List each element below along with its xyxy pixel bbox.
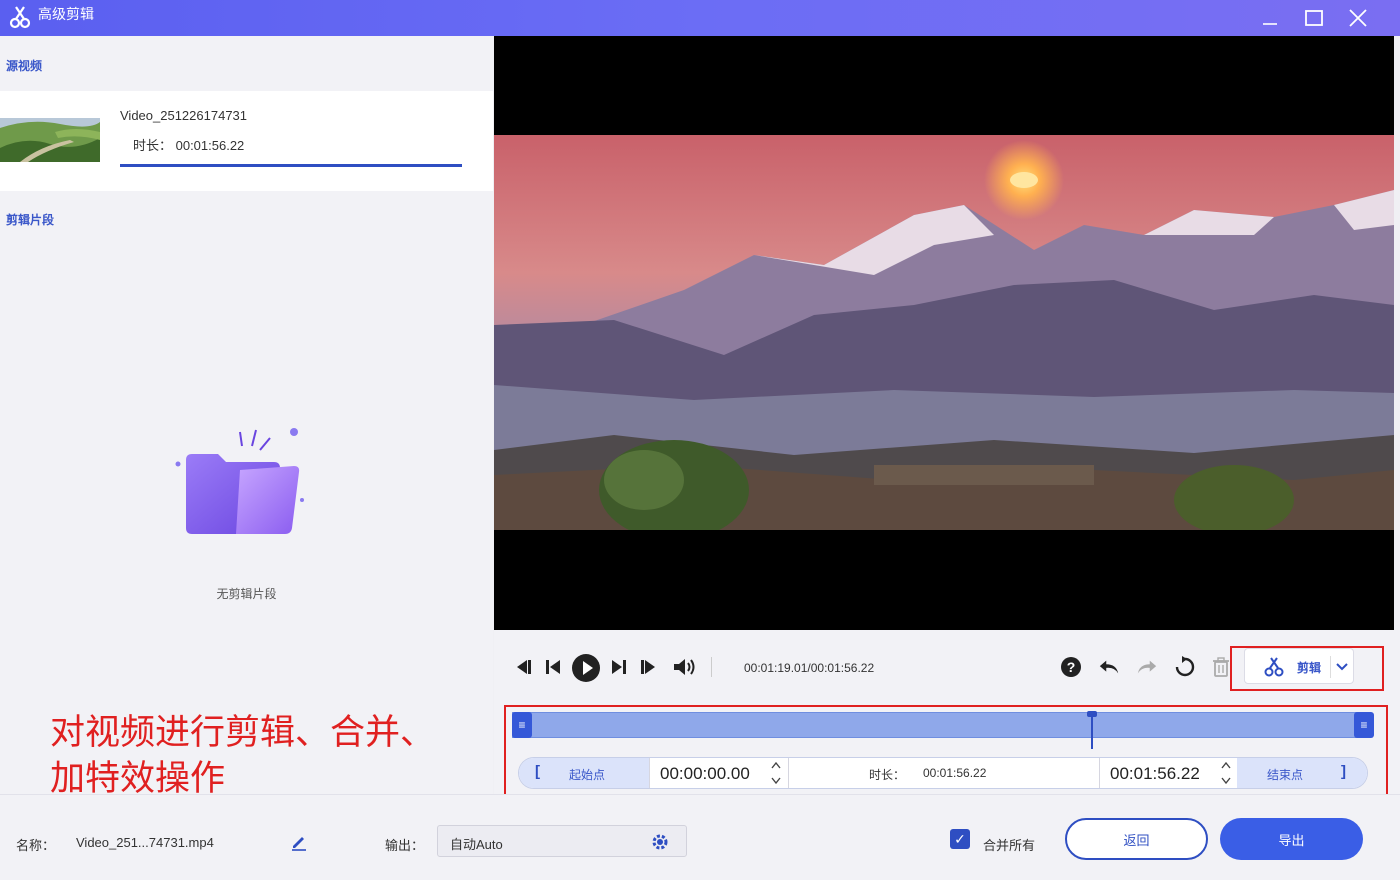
svg-text:?: ? [1067, 659, 1076, 675]
merge-all-checkbox[interactable]: ✓ [950, 829, 970, 849]
end-bracket-icon: ] [1341, 763, 1346, 780]
title-bar: 高级剪辑 [0, 0, 1400, 36]
playhead[interactable] [1087, 711, 1097, 749]
trim-start-handle[interactable]: ≡ [512, 712, 532, 738]
volume-icon[interactable] [672, 656, 698, 678]
undo-icon[interactable] [1098, 656, 1120, 678]
back-button[interactable]: 返回 [1065, 818, 1208, 860]
bottom-bar: 名称： Video_251...74731.mp4 输出： 自动Auto ✓ 合… [0, 794, 1400, 880]
step-forward-icon[interactable] [638, 656, 660, 678]
source-video-card[interactable]: Video_251226174731 时长： 00:01:56.22 [0, 91, 493, 191]
annotation-text: 对视频进行剪辑、合并、 加特效操作 [50, 710, 480, 802]
scissors-icon [1263, 656, 1285, 683]
redo-icon[interactable] [1136, 656, 1158, 678]
video-name: Video_251226174731 [120, 108, 248, 123]
chevron-down-icon[interactable] [1335, 660, 1349, 679]
left-panel: 源视频 Video_251226174731 时长： 00:01:56.22 剪… [0, 36, 493, 794]
set-end-button[interactable]: 结束点 ] [1237, 758, 1367, 788]
end-time-stepper[interactable] [1220, 759, 1232, 788]
cut-button[interactable]: 剪辑 [1244, 648, 1354, 684]
output-value: 自动Auto [450, 837, 503, 852]
end-time-field[interactable]: 00:01:56.22 [1099, 758, 1239, 788]
empty-folder-icon [170, 424, 310, 544]
merge-all-label: 合并所有 [983, 838, 1036, 853]
output-select[interactable]: 自动Auto [437, 825, 687, 857]
start-time-value: 00:00:00.00 [660, 764, 750, 783]
video-thumbnail [0, 118, 100, 162]
skip-previous-icon[interactable] [542, 656, 564, 678]
video-preview[interactable] [494, 36, 1394, 630]
play-icon[interactable] [570, 652, 602, 684]
end-time-value: 00:01:56.22 [1110, 764, 1200, 783]
load-progress-bar [120, 164, 462, 167]
video-frame [494, 135, 1394, 530]
cut-label: 剪辑 [1297, 661, 1322, 675]
file-name: Video_251...74731.mp4 [76, 835, 214, 850]
player-controls: 00:01:19.01/00:01:56.22 ? 剪辑 [494, 630, 1400, 704]
edit-name-icon[interactable] [290, 833, 308, 856]
reset-icon[interactable] [1174, 656, 1196, 678]
scissors-logo-icon [8, 3, 34, 31]
skip-next-icon[interactable] [608, 656, 630, 678]
playhead-cap [1087, 711, 1097, 717]
window-title: 高级剪辑 [38, 6, 94, 22]
video-duration: 时长： 00:01:56.22 [133, 138, 245, 153]
start-time-field[interactable]: 00:00:00.00 [649, 758, 789, 788]
load-progress-fill [120, 164, 462, 167]
duration-label: 时长： [869, 768, 906, 782]
trim-end-handle[interactable]: ≡ [1354, 712, 1374, 738]
delete-icon[interactable] [1210, 656, 1232, 678]
source-video-label: 源视频 [6, 59, 43, 73]
start-bracket-icon: [ [535, 763, 540, 780]
help-icon[interactable]: ? [1060, 656, 1082, 678]
step-back-icon[interactable] [512, 656, 534, 678]
close-icon[interactable] [1336, 0, 1380, 36]
annotation-line-1: 对视频进行剪辑、合并、 [50, 713, 436, 753]
minimize-icon[interactable] [1248, 0, 1292, 36]
start-label: 起始点 [569, 768, 606, 782]
timeline-track[interactable] [512, 711, 1364, 749]
settings-gear-icon[interactable] [650, 832, 670, 857]
name-label: 名称： [16, 838, 56, 853]
start-time-stepper[interactable] [770, 759, 782, 788]
output-label: 输出： [385, 838, 425, 853]
cut-divider [1330, 656, 1331, 678]
set-start-button[interactable]: [ 起始点 [519, 758, 649, 788]
clips-label: 剪辑片段 [6, 213, 55, 227]
export-button[interactable]: 导出 [1220, 818, 1363, 860]
trim-controls: [ 起始点 00:00:00.00 时长： 00:01:56.22 00:01:… [518, 757, 1368, 789]
empty-clips-text: 无剪辑片段 [216, 587, 277, 601]
time-readout: 00:01:19.01/00:01:56.22 [744, 661, 875, 675]
maximize-icon[interactable] [1292, 0, 1336, 36]
end-label: 结束点 [1267, 768, 1304, 782]
duration-value: 00:01:56.22 [923, 766, 987, 780]
controls-divider [711, 657, 712, 677]
timeline-panel: ≡ ≡ [ 起始点 00:00:00.00 时长： 00:01:56.22 00… [494, 704, 1400, 794]
